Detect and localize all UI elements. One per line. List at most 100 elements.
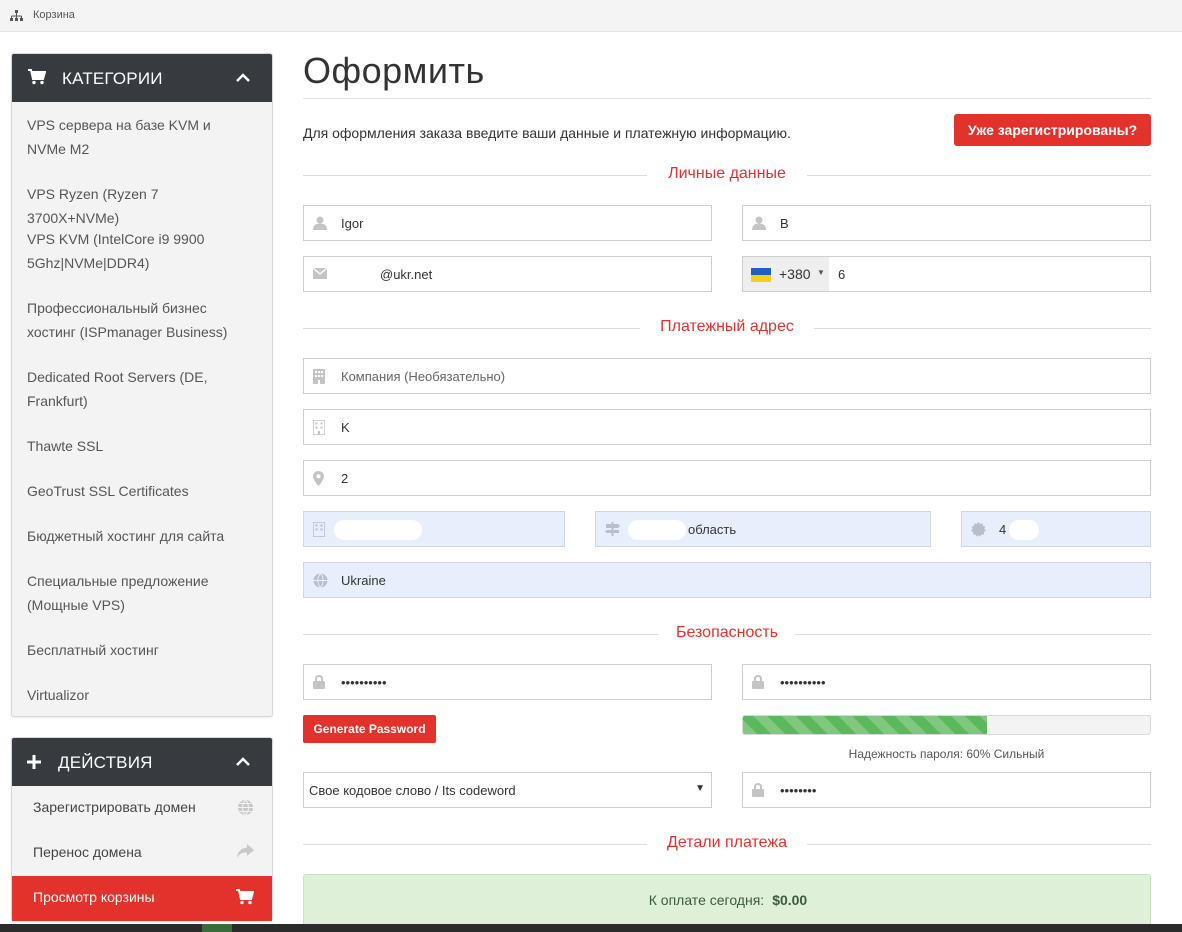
redacted-mask: [1009, 520, 1039, 540]
user-icon: [752, 216, 766, 233]
category-item[interactable]: VPS Ryzen (Ryzen 7 3700X+NVMe): [12, 182, 262, 230]
section-personal: Личные данные: [303, 165, 1151, 185]
actions-header[interactable]: ДЕЙСТВИЯ: [12, 738, 272, 786]
envelope-icon: [312, 267, 328, 282]
page-title: Оформить: [303, 50, 485, 91]
total-due-amount: $0.00: [772, 892, 808, 908]
state-value: область: [688, 522, 737, 537]
address1-field[interactable]: K: [303, 409, 1151, 445]
building-icon: [312, 419, 326, 438]
actions-title: ДЕЙСТВИЯ: [58, 753, 153, 772]
category-item[interactable]: Virtualizor: [12, 683, 262, 707]
password-field[interactable]: ••••••••••: [303, 664, 712, 700]
phone-value: 6: [838, 267, 846, 282]
password-strength-bar: [742, 715, 1151, 735]
password-confirm-field[interactable]: ••••••••••: [742, 664, 1151, 700]
caret-down-icon: ▼: [817, 268, 825, 277]
address2-field[interactable]: 2: [303, 460, 1151, 496]
first-name-value: Igor: [341, 216, 364, 231]
section-title: Личные данные: [668, 165, 786, 182]
phone-field[interactable]: +380 ▼ 6: [742, 256, 1151, 292]
cart-icon: [28, 69, 47, 90]
building-icon: [313, 369, 325, 387]
company-placeholder: Компания (Необязательно): [341, 369, 506, 384]
address2-value: 2: [341, 471, 349, 486]
categories-panel: КАТЕГОРИИ VPS сервера на базе KVM и NVMe…: [11, 53, 273, 717]
category-item[interactable]: Профессиональный бизнес хостинг (ISPmana…: [12, 296, 262, 344]
actions-panel: ДЕЙСТВИЯ Зарегистрировать домен Перенос …: [11, 737, 273, 921]
breadcrumb: Корзина: [0, 0, 1182, 32]
cart-icon: [236, 889, 255, 908]
categories-title: КАТЕГОРИИ: [62, 69, 163, 88]
redacted-mask: [334, 520, 422, 540]
lock-icon: [752, 782, 764, 800]
map-marker-icon: [313, 471, 324, 489]
taskbar-segment: [202, 924, 232, 932]
first-name-field[interactable]: Igor: [303, 205, 712, 241]
sitemap-icon: [10, 10, 23, 24]
last-name-field[interactable]: B: [742, 205, 1151, 241]
category-item[interactable]: VPS KVM (IntelCore i9 9900 5Ghz|NVMe|DDR…: [12, 227, 262, 275]
postcode-field[interactable]: 4: [961, 511, 1151, 547]
breadcrumb-cart[interactable]: Корзина: [33, 9, 75, 21]
password-value: ••••••••••: [341, 675, 387, 690]
company-field[interactable]: Компания (Необязательно): [303, 358, 1151, 394]
action-label: Зарегистрировать домен: [33, 799, 196, 815]
section-title: Безопасность: [675, 624, 779, 641]
lock-icon: [313, 674, 325, 692]
taskbar: [0, 924, 1182, 932]
section-title: Детали платежа: [667, 834, 787, 851]
register-domain-link[interactable]: Зарегистрировать домен: [12, 786, 272, 831]
categories-header[interactable]: КАТЕГОРИИ: [12, 54, 272, 102]
chevron-up-icon[interactable]: [236, 754, 250, 772]
share-arrow-icon: [237, 844, 254, 862]
building-icon: [312, 521, 326, 540]
country-value: Ukraine: [341, 573, 386, 588]
caret-down-icon: ▼: [695, 783, 705, 794]
chevron-up-icon[interactable]: [236, 70, 250, 88]
category-item[interactable]: Специальные предложение (Мощные VPS): [12, 569, 262, 617]
codeword-select[interactable]: Свое кодовое слово / Its codeword ▼: [303, 772, 712, 808]
password-strength-text: Надежность пароля: 60% Сильный: [848, 747, 1045, 761]
email-field[interactable]: @ukr.net: [303, 256, 712, 292]
total-due-label: К оплате сегодня:: [648, 892, 765, 908]
postcode-value: 4: [999, 522, 1007, 537]
category-item[interactable]: Бесплатный хостинг: [12, 638, 262, 662]
address1-value: K: [341, 420, 350, 435]
email-value: @ukr.net: [380, 267, 433, 282]
city-field[interactable]: [303, 511, 565, 547]
ukraine-flag-icon: [751, 268, 771, 285]
state-field[interactable]: область: [595, 511, 931, 547]
section-security: Безопасность: [303, 624, 1151, 644]
password-confirm-value: ••••••••••: [780, 675, 826, 690]
category-item[interactable]: Dedicated Root Servers (DE, Frankfurt): [12, 365, 262, 413]
category-item[interactable]: Бюджетный хостинг для сайта: [12, 524, 262, 548]
category-item[interactable]: VPS сервера на базе KVM и NVMe M2: [12, 113, 262, 161]
lock-icon: [752, 674, 764, 692]
generate-password-button[interactable]: Generate Password: [303, 715, 436, 743]
action-label: Перенос домена: [33, 844, 142, 860]
globe-icon: [237, 799, 254, 819]
category-item[interactable]: GeoTrust SSL Certificates: [12, 479, 262, 503]
password-strength-fill: [743, 716, 988, 734]
certificate-icon: [971, 522, 986, 540]
category-item[interactable]: Thawte SSL: [12, 434, 262, 458]
view-cart-link[interactable]: Просмотр корзины: [12, 876, 272, 921]
globe-icon: [313, 573, 328, 591]
codeword-select-value: Свое кодовое слово / Its codeword: [309, 783, 516, 798]
intro-text: Для оформления заказа введите ваши данны…: [303, 125, 791, 141]
codeword-field[interactable]: ••••••••: [742, 772, 1151, 808]
country-field[interactable]: Ukraine: [303, 562, 1151, 598]
action-label: Просмотр корзины: [33, 889, 155, 905]
phone-code: +380: [779, 266, 811, 282]
section-billing: Платежный адрес: [303, 318, 1151, 338]
last-name-value: B: [780, 216, 789, 231]
signpost-icon: [605, 522, 620, 539]
already-registered-button[interactable]: Уже зарегистрированы?: [954, 114, 1151, 146]
title-divider: [303, 98, 1151, 99]
country-code-selector[interactable]: +380 ▼: [743, 257, 829, 291]
transfer-domain-link[interactable]: Перенос домена: [12, 831, 272, 876]
plus-icon: [26, 754, 42, 775]
codeword-value: ••••••••: [780, 783, 817, 798]
section-title: Платежный адрес: [660, 318, 794, 335]
